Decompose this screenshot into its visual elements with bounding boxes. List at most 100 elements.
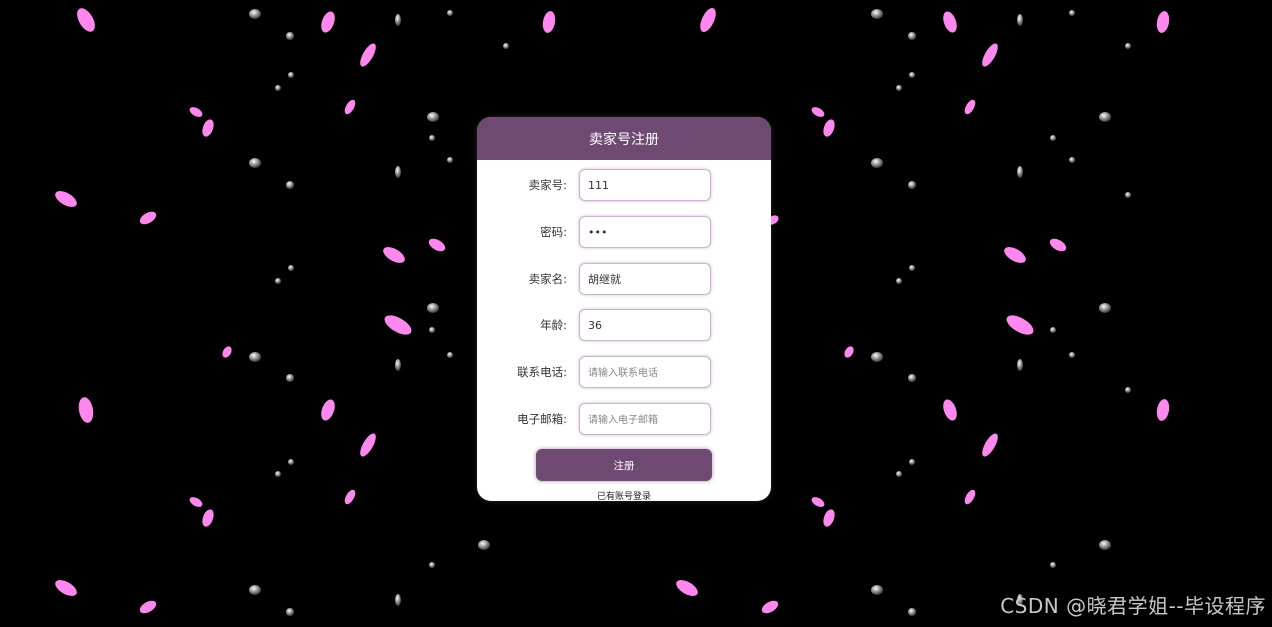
age-input[interactable] <box>579 309 711 341</box>
water-drop-icon <box>1069 157 1075 163</box>
petal-icon <box>77 8 95 32</box>
water-drop-icon <box>275 471 281 477</box>
seller-name-input[interactable] <box>579 263 711 295</box>
petal-icon <box>321 399 335 421</box>
water-drop-icon <box>395 14 401 26</box>
water-drop-icon <box>1017 14 1023 26</box>
petal-icon <box>360 433 376 457</box>
seller-id-row: 卖家号: <box>477 168 771 202</box>
phone-input[interactable] <box>579 356 711 388</box>
seller-id-label: 卖家号: <box>528 178 567 192</box>
water-drop-icon <box>275 278 281 284</box>
petal-icon <box>1004 247 1026 263</box>
email-input[interactable] <box>579 403 711 435</box>
petal-icon <box>139 600 157 614</box>
water-drop-icon <box>288 459 294 465</box>
page-background: 卖家号注册 卖家号: 密码: 卖家名: 年龄: 联系电话: 电子邮箱: 注册 已… <box>0 0 1272 627</box>
water-drop-icon <box>288 265 294 271</box>
petal-icon <box>222 346 232 358</box>
water-drop-icon <box>896 85 902 91</box>
water-drop-icon <box>896 471 902 477</box>
seller-id-input[interactable] <box>579 169 711 201</box>
petal-icon <box>844 346 854 358</box>
water-drop-icon <box>249 158 261 168</box>
water-drop-icon <box>503 43 509 49</box>
petal-icon <box>360 43 376 67</box>
water-drop-icon <box>871 352 883 362</box>
seller-name-label: 卖家名: <box>528 272 567 286</box>
water-drop-icon <box>286 608 294 616</box>
water-drop-icon <box>896 278 902 284</box>
phone-label: 联系电话: <box>517 365 567 379</box>
water-drop-icon <box>1050 562 1056 568</box>
form-title: 卖家号注册 <box>477 117 771 160</box>
petal-icon <box>1006 315 1034 335</box>
petal-icon <box>811 497 825 507</box>
water-drop-icon <box>908 608 916 616</box>
petal-icon <box>823 509 835 527</box>
water-drop-icon <box>1017 359 1023 371</box>
password-row: 密码: <box>477 215 771 249</box>
petal-icon <box>1156 11 1170 33</box>
water-drop-icon <box>286 181 294 189</box>
login-link[interactable]: 已有账号登录 <box>477 489 771 501</box>
water-drop-icon <box>249 352 261 362</box>
water-drop-icon <box>1125 43 1131 49</box>
watermark: CSDN @晓君学姐--毕设程序 <box>1000 594 1266 618</box>
petal-icon <box>139 211 157 225</box>
petal-icon <box>189 497 203 507</box>
age-label: 年龄: <box>540 318 567 332</box>
water-drop-icon <box>395 359 401 371</box>
password-input[interactable] <box>579 216 711 248</box>
water-drop-icon <box>427 112 439 122</box>
petal-icon <box>964 489 976 505</box>
water-drop-icon <box>1099 540 1111 550</box>
water-drop-icon <box>395 594 401 606</box>
water-drop-icon <box>275 85 281 91</box>
register-button[interactable]: 注册 <box>536 449 712 481</box>
petal-icon <box>823 119 835 137</box>
email-label: 电子邮箱: <box>517 412 567 426</box>
petal-icon <box>676 580 698 596</box>
water-drop-icon <box>1050 135 1056 141</box>
petal-icon <box>321 11 335 33</box>
water-drop-icon <box>1050 327 1056 333</box>
petal-icon <box>1049 238 1067 252</box>
petal-icon <box>964 99 976 115</box>
water-drop-icon <box>447 352 453 358</box>
water-drop-icon <box>288 72 294 78</box>
petal-icon <box>761 600 779 614</box>
water-drop-icon <box>429 327 435 333</box>
water-drop-icon <box>286 32 294 40</box>
water-drop-icon <box>1125 192 1131 198</box>
petal-icon <box>943 11 957 33</box>
petal-icon <box>982 433 998 457</box>
water-drop-icon <box>1125 387 1131 393</box>
petal-icon <box>55 191 77 207</box>
water-drop-icon <box>1017 166 1023 178</box>
water-drop-icon <box>1099 112 1111 122</box>
water-drop-icon <box>908 32 916 40</box>
petal-icon <box>55 580 77 596</box>
water-drop-icon <box>871 585 883 595</box>
petal-icon <box>189 107 203 117</box>
password-label: 密码: <box>540 225 567 239</box>
water-drop-icon <box>909 459 915 465</box>
water-drop-icon <box>249 9 261 19</box>
age-row: 年龄: <box>477 308 771 342</box>
petal-icon <box>344 99 356 115</box>
water-drop-icon <box>429 135 435 141</box>
petal-icon <box>700 7 716 33</box>
water-drop-icon <box>871 158 883 168</box>
petal-icon <box>428 238 446 252</box>
water-drop-icon <box>395 166 401 178</box>
petal-icon <box>344 489 356 505</box>
water-drop-icon <box>1069 352 1075 358</box>
water-drop-icon <box>249 585 261 595</box>
petal-icon <box>982 43 998 67</box>
register-card: 卖家号注册 卖家号: 密码: 卖家名: 年龄: 联系电话: 电子邮箱: 注册 已… <box>477 117 771 501</box>
phone-row: 联系电话: <box>477 355 771 389</box>
water-drop-icon <box>478 540 490 550</box>
petal-icon <box>542 11 556 33</box>
petal-icon <box>811 107 825 117</box>
